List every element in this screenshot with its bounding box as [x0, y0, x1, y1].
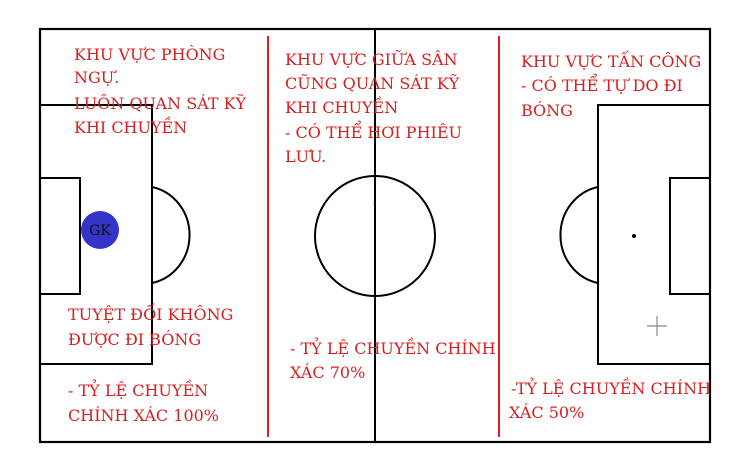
goalkeeper-label: GK: [89, 223, 111, 239]
defense-pass-line1: - TỶ LỆ CHUYỀN: [68, 379, 208, 400]
defense-pass-line2: CHÍNH XÁC 100%: [68, 405, 219, 425]
defense-rule-line2: ĐƯỢC ĐI BÓNG: [68, 329, 201, 349]
midfield-pass-line1: - TỶ LỆ CHUYỀN CHÍNH: [290, 337, 496, 358]
midfield-note-line3: - CÓ THỂ HƠI PHIÊU: [285, 120, 462, 142]
attack-note-line2: BÓNG: [521, 100, 573, 120]
attack-note-line1: - CÓ THỂ TỰ DO ĐI: [521, 73, 683, 95]
defense-note-line1: LUÔN QUAN SÁT KỸ: [74, 93, 247, 113]
center-spot: [373, 202, 375, 204]
defense-rule-line1: TUYỆT ĐỐI KHÔNG: [68, 302, 233, 324]
attack-pass-line1: -TỶ LỆ CHUYỀN CHÍNH: [511, 377, 711, 398]
defense-note-line2: KHI CHUYỀN: [74, 116, 187, 137]
midfield-note-line2: KHI CHUYỀN: [285, 96, 398, 117]
football-pitch-diagram: GK KHU VỰC PHÒNG NGỰ. LUÔN QUAN SÁT KỸ K…: [38, 27, 712, 444]
midfield-title-line1: KHU VỰC GIỮA SÂN: [285, 49, 458, 69]
defense-title-line2: NGỰ.: [74, 68, 119, 87]
attack-pass-line2: XÁC 50%: [509, 402, 584, 422]
right-penalty-spot: [632, 234, 636, 238]
midfield-pass-line2: XÁC 70%: [290, 362, 365, 382]
midfield-note-line1: CŨNG QUAN SÁT KỸ: [285, 73, 460, 93]
defense-title-line1: KHU VỰC PHÒNG: [74, 44, 225, 64]
attack-title-line1: KHU VỰC TẤN CÔNG: [521, 49, 701, 71]
midfield-note-line4: LƯU.: [285, 147, 326, 166]
